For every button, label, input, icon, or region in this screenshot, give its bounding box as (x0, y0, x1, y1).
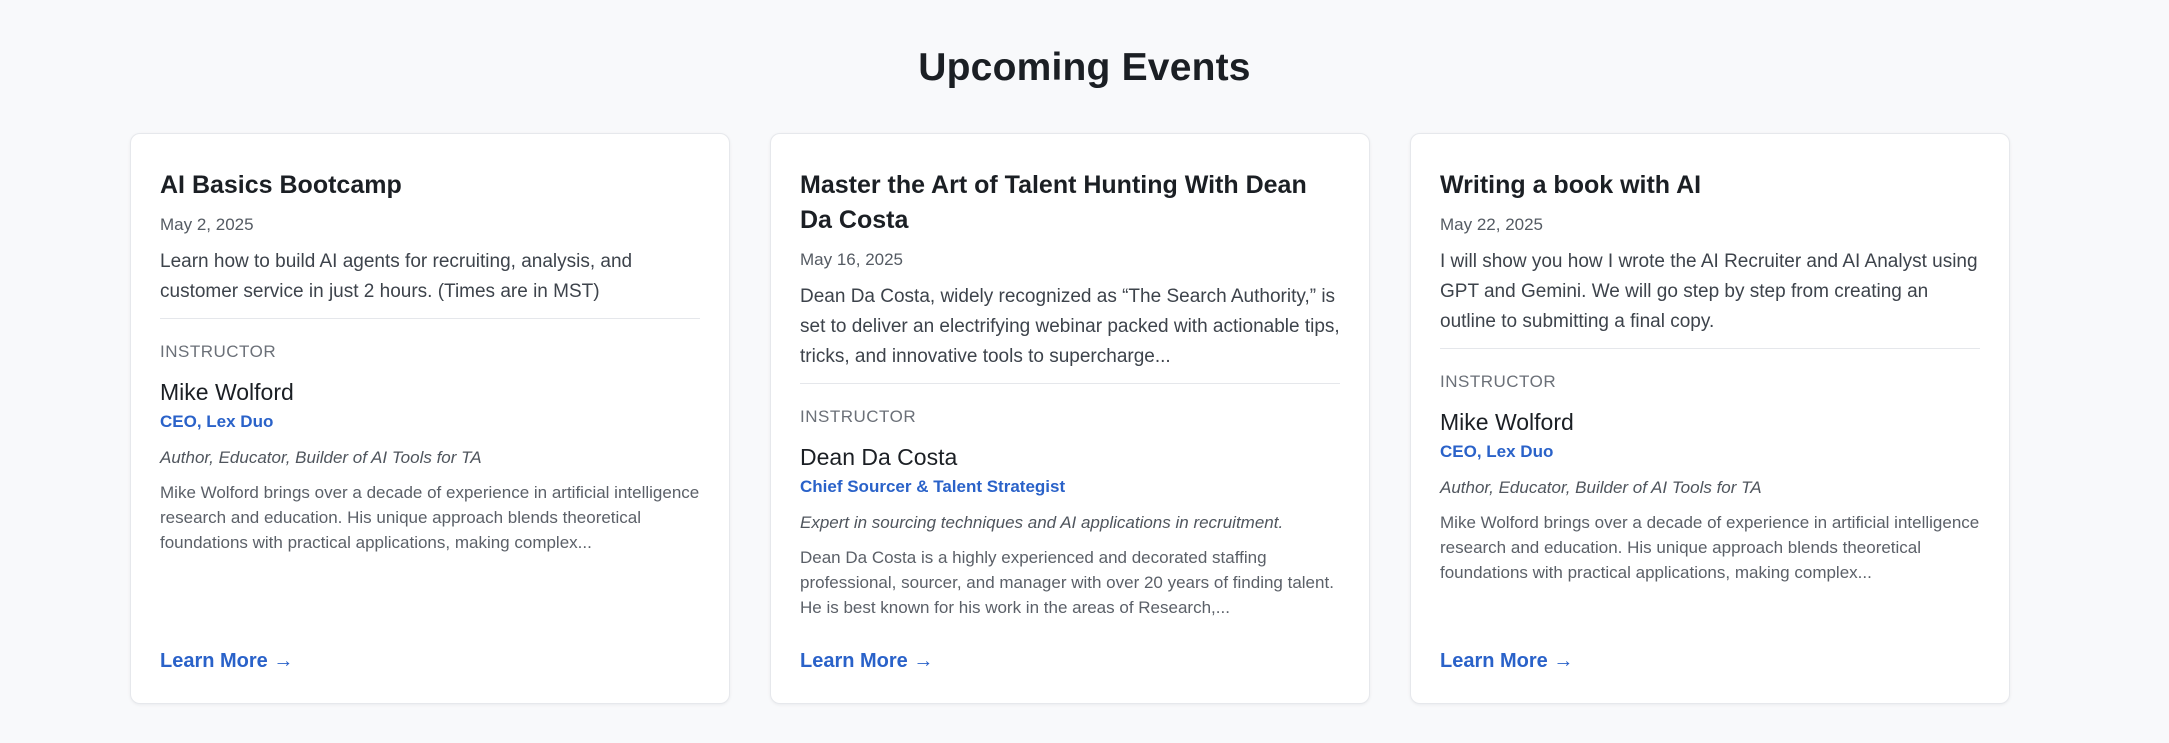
event-card: Master the Art of Talent Hunting With De… (770, 133, 1370, 704)
event-date: May 2, 2025 (160, 215, 254, 234)
card-spacer (160, 555, 700, 647)
instructor-name: Mike Wolford (1440, 409, 1574, 435)
learn-more-link[interactable]: Learn More → (1440, 647, 1980, 675)
event-date: May 22, 2025 (1440, 215, 1544, 234)
event-card: Writing a book with AI May 22, 2025 I wi… (1410, 133, 2010, 704)
instructor-name: Dean Da Costa (800, 444, 958, 470)
learn-more-link[interactable]: Learn More → (160, 647, 700, 675)
instructor-role: Chief Sourcer & Talent Strategist (800, 477, 1066, 496)
instructor-name: Mike Wolford (160, 379, 294, 405)
event-description: Dean Da Costa, widely recognized as “The… (800, 282, 1340, 384)
event-date: May 16, 2025 (800, 250, 904, 269)
instructor-bio: Mike Wolford brings over a decade of exp… (1440, 513, 1980, 582)
event-title: Master the Art of Talent Hunting With De… (800, 171, 1307, 234)
instructor-tagline: Expert in sourcing techniques and AI app… (800, 513, 1284, 532)
instructor-tagline: Author, Educator, Builder of AI Tools fo… (1440, 478, 1762, 497)
section-title: Upcoming Events (918, 46, 1251, 89)
instructor-tagline: Author, Educator, Builder of AI Tools fo… (160, 448, 482, 467)
card-spacer (800, 620, 1340, 647)
instructor-label: INSTRUCTOR (160, 342, 277, 361)
instructor-bio: Mike Wolford brings over a decade of exp… (160, 483, 700, 552)
events-grid: AI Basics Bootcamp May 2, 2025 Learn how… (130, 133, 2010, 704)
event-description: I will show you how I wrote the AI Recru… (1440, 247, 1980, 349)
instructor-bio: Dean Da Costa is a highly experienced an… (800, 548, 1334, 617)
event-card: AI Basics Bootcamp May 2, 2025 Learn how… (130, 133, 730, 704)
instructor-role: CEO, Lex Duo (1440, 442, 1554, 461)
instructor-role: CEO, Lex Duo (160, 412, 274, 431)
instructor-label: INSTRUCTOR (800, 407, 917, 426)
card-spacer (1440, 585, 1980, 647)
event-description: Learn how to build AI agents for recruit… (160, 247, 700, 319)
event-title: Writing a book with AI (1440, 171, 1702, 199)
instructor-label: INSTRUCTOR (1440, 372, 1557, 391)
learn-more-link[interactable]: Learn More → (800, 647, 1340, 675)
event-title: AI Basics Bootcamp (160, 171, 402, 199)
